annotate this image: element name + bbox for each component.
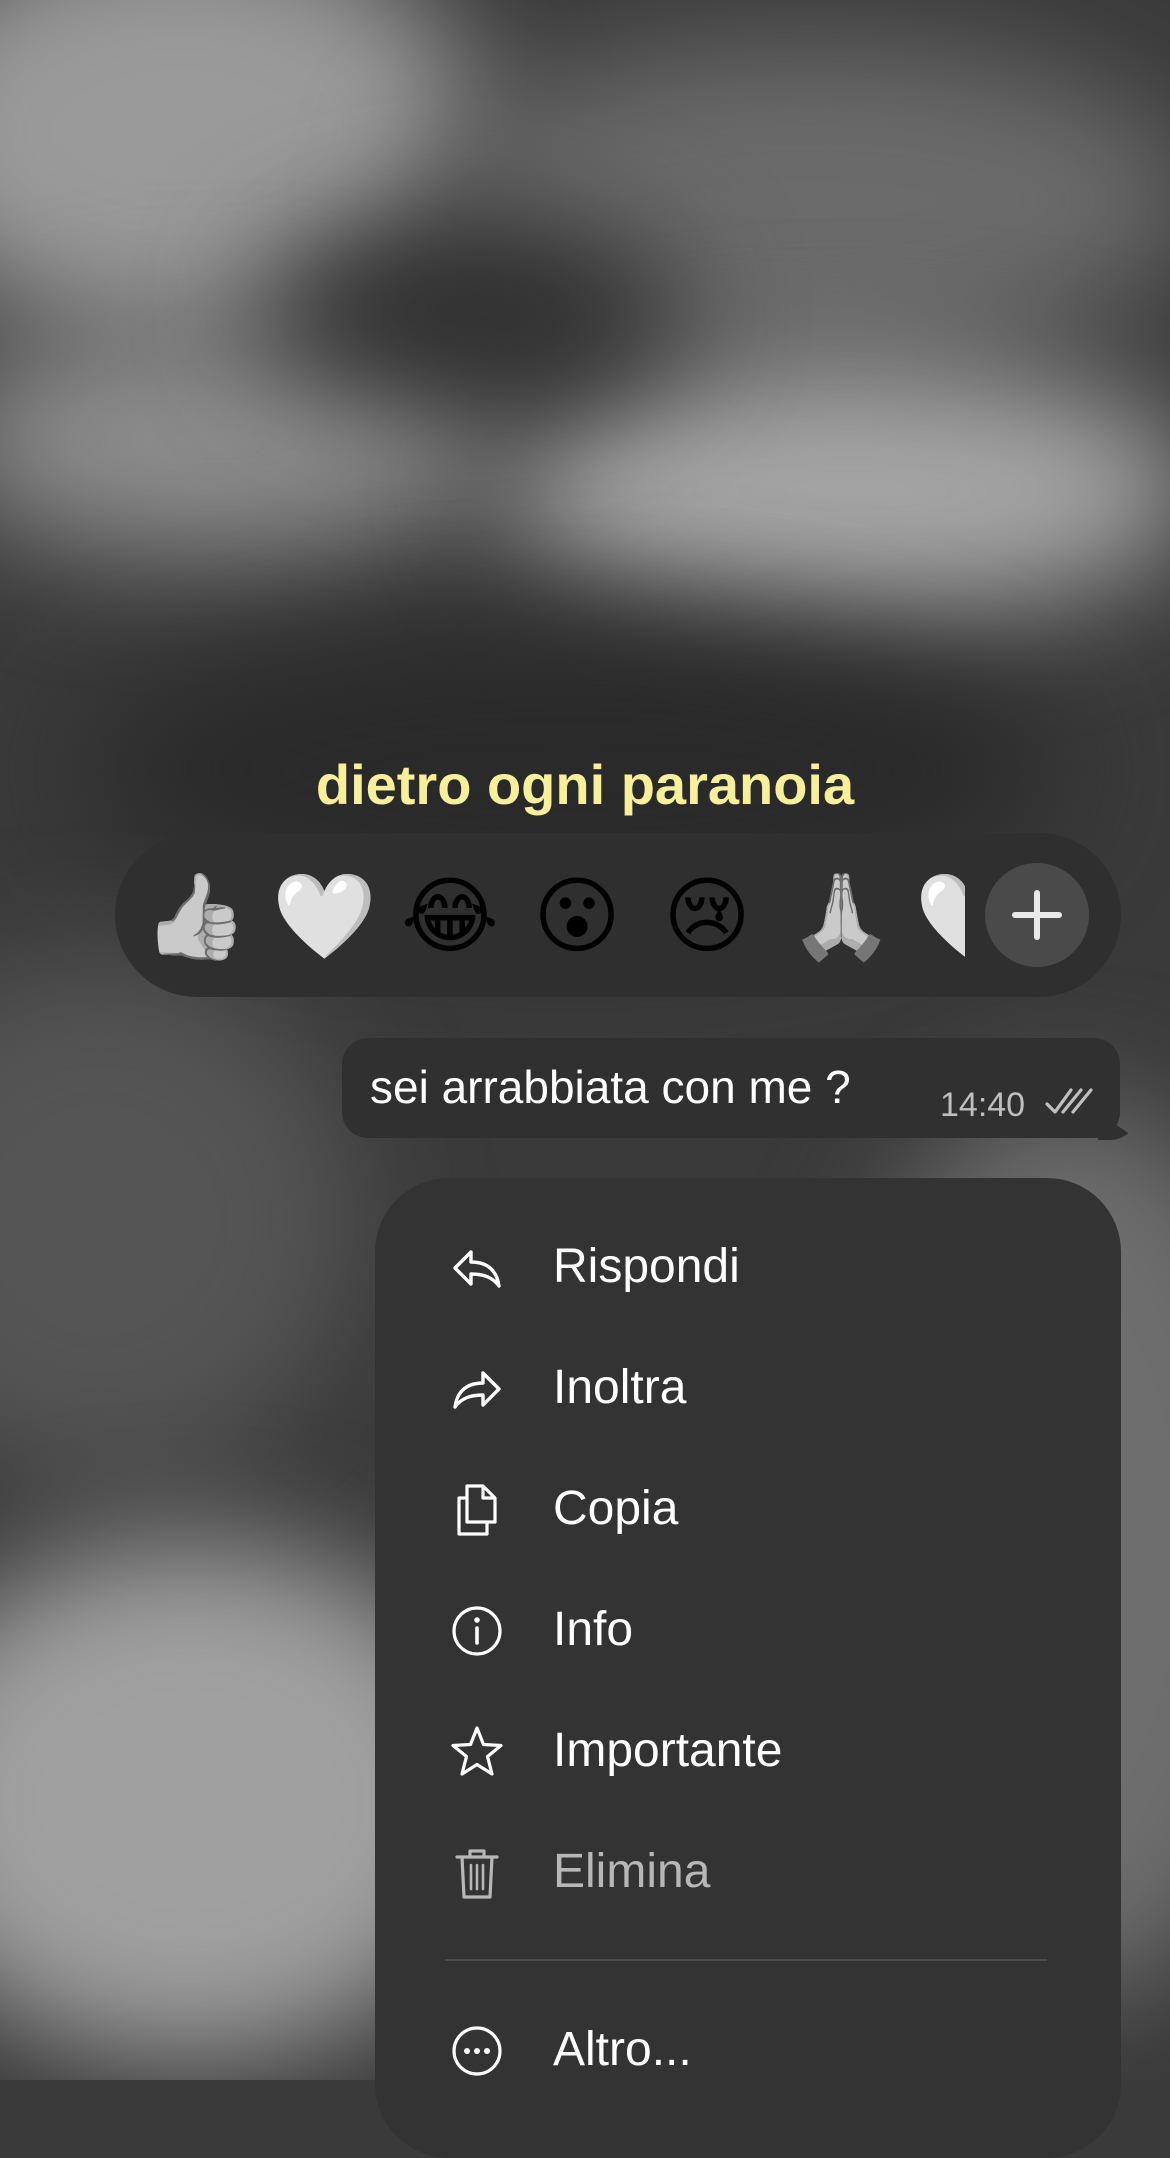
menu-item-reply[interactable]: Rispondi: [375, 1213, 1121, 1323]
menu-item-label: Rispondi: [553, 1240, 740, 1293]
message-bubble[interactable]: sei arrabbiata con me ? 14:40: [342, 1038, 1120, 1138]
menu-divider: [445, 1959, 1047, 1961]
laughing-icon[interactable]: 😂: [401, 869, 499, 963]
more-reactions-button[interactable]: [985, 863, 1089, 967]
menu-item-copy[interactable]: Copia: [375, 1455, 1121, 1565]
caption-text: dietro ogni paranoia: [315, 753, 855, 816]
more-icon: [452, 2026, 502, 2076]
menu-item-label: Inoltra: [553, 1361, 687, 1414]
menu-item-forward[interactable]: Inoltra: [375, 1334, 1121, 1444]
menu-item-label: Elimina: [553, 1845, 711, 1898]
partial-heart-icon[interactable]: 🤍: [915, 869, 965, 963]
context-menu: Rispondi Inoltra Copia Info Importante E…: [375, 1178, 1121, 2158]
double-check-icon: [1045, 1088, 1093, 1114]
menu-item-star[interactable]: Importante: [375, 1697, 1121, 1807]
praying-hands-icon[interactable]: 🙏: [789, 869, 894, 963]
menu-item-delete[interactable]: Elimina: [375, 1818, 1121, 1928]
trash-icon: [455, 1849, 499, 1899]
reply-icon: [453, 1250, 501, 1288]
surprised-icon[interactable]: 😮: [530, 869, 624, 963]
message-text: sei arrabbiata con me ?: [370, 1061, 851, 1113]
thumbs-up-icon[interactable]: 👍: [143, 869, 248, 963]
crying-icon[interactable]: 😢: [660, 869, 754, 963]
star-icon: [451, 1726, 503, 1776]
copy-icon: [457, 1484, 497, 1536]
menu-item-label: Info: [553, 1603, 634, 1656]
menu-item-info[interactable]: Info: [375, 1576, 1121, 1686]
heart-icon[interactable]: 🤍: [272, 869, 377, 963]
menu-item-more[interactable]: Altro...: [375, 1996, 1121, 2106]
menu-item-label: Importante: [553, 1724, 783, 1777]
info-icon: [452, 1606, 502, 1656]
menu-item-label: Copia: [553, 1482, 679, 1535]
forward-icon: [453, 1371, 501, 1409]
reaction-bar: 👍 🤍 😂 😮 😢 🙏 🤍: [115, 833, 1121, 997]
menu-item-label: Altro...: [553, 2023, 692, 2076]
message-time: 14:40: [940, 1086, 1026, 1124]
